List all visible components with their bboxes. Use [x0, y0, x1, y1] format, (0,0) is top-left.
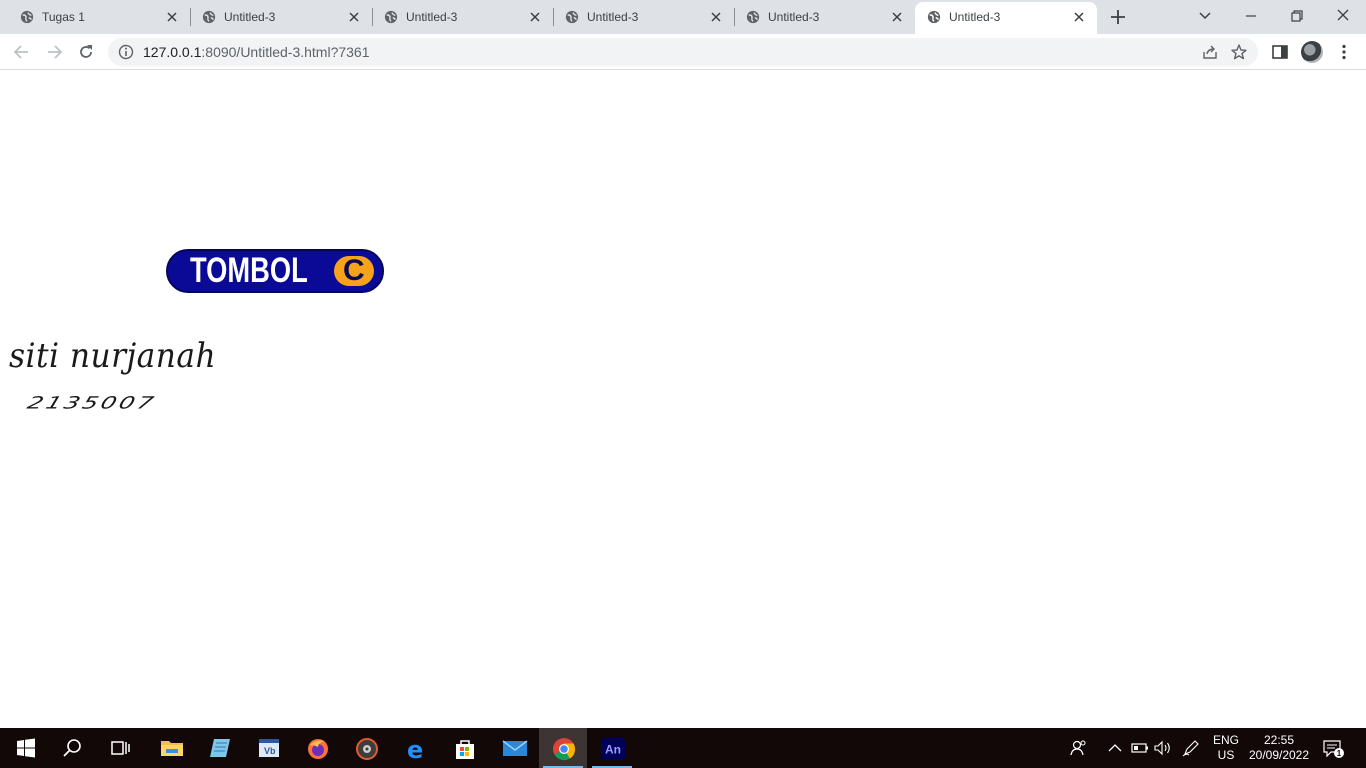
tab-title: Untitled-3 — [587, 10, 639, 24]
close-icon[interactable] — [346, 9, 362, 25]
globe-icon — [384, 10, 398, 24]
language-indicator[interactable]: ENG US — [1212, 733, 1240, 763]
side-panel-icon[interactable] — [1270, 42, 1290, 62]
media-player-icon — [356, 738, 378, 760]
pen-icon[interactable] — [1181, 738, 1201, 758]
tab-strip: Tugas 1 Untitled-3 Untitled-3 Untitled-3… — [0, 0, 1366, 34]
volume-icon[interactable] — [1153, 738, 1173, 758]
chrome-icon — [553, 738, 576, 761]
back-arrow-icon[interactable] — [12, 42, 32, 62]
tab-title: Tugas 1 — [42, 10, 85, 24]
battery-icon[interactable] — [1130, 738, 1150, 758]
tab-title: Untitled-3 — [949, 10, 1001, 24]
browser-toolbar: 127.0.0.1:8090/Untitled-3.html?7361 — [0, 34, 1366, 70]
profile-avatar[interactable] — [1301, 41, 1323, 63]
close-window-icon[interactable] — [1332, 6, 1354, 26]
taskbar-vb[interactable]: Vb — [244, 728, 292, 768]
address-bar[interactable]: 127.0.0.1:8090/Untitled-3.html?7361 — [108, 38, 1258, 66]
taskbar-mail[interactable] — [489, 728, 537, 768]
animate-icon: An — [601, 738, 625, 760]
globe-icon — [202, 10, 216, 24]
svg-text:e: e — [407, 737, 423, 761]
new-tab-plus-icon[interactable] — [1109, 8, 1127, 26]
taskbar-search[interactable] — [48, 728, 96, 768]
globe-icon — [927, 10, 941, 24]
tab-untitled-3[interactable]: Untitled-3 — [553, 0, 735, 34]
task-view-button[interactable] — [96, 728, 144, 768]
taskbar-animate[interactable]: An — [588, 728, 636, 768]
close-icon[interactable] — [164, 9, 180, 25]
url-host: 127.0.0.1 — [143, 44, 202, 60]
vb-icon: Vb — [259, 739, 279, 757]
clock-time: 22:55 — [1263, 733, 1295, 747]
tombol-button[interactable]: TOMBOL C — [166, 249, 384, 293]
edge-icon: e — [407, 737, 423, 761]
close-icon[interactable] — [708, 9, 724, 25]
url-text[interactable]: 127.0.0.1:8090/Untitled-3.html?7361 — [143, 45, 370, 60]
restore-icon[interactable] — [1286, 6, 1308, 26]
globe-icon — [746, 10, 760, 24]
button-label: TOMBOL — [190, 251, 308, 290]
search-icon — [63, 739, 81, 757]
animate-label: An — [605, 743, 621, 757]
chevron-up-icon[interactable] — [1105, 738, 1125, 758]
tab-untitled-3[interactable]: Untitled-3 — [372, 0, 554, 34]
start-button[interactable] — [0, 728, 48, 768]
taskbar-file-explorer[interactable] — [147, 728, 195, 768]
tab-search-chevron-icon[interactable] — [1194, 6, 1216, 26]
tab-title: Untitled-3 — [406, 10, 458, 24]
close-icon[interactable] — [889, 9, 905, 25]
language-line-1: ENG — [1212, 733, 1239, 747]
notification-count: 1 — [1337, 749, 1342, 758]
firefox-icon — [308, 739, 328, 759]
close-icon[interactable] — [527, 9, 543, 25]
taskbar-chrome[interactable] — [539, 728, 587, 768]
store-icon — [456, 740, 474, 759]
taskbar-media-player[interactable] — [342, 728, 390, 768]
kebab-menu-icon[interactable] — [1334, 42, 1354, 62]
author-name: siti nurjanah — [9, 336, 217, 376]
student-id: 2135007 — [24, 393, 160, 413]
bookmark-star-icon[interactable] — [1230, 43, 1248, 61]
reload-icon[interactable] — [76, 42, 96, 62]
tab-untitled-3[interactable]: Untitled-3 — [734, 0, 915, 34]
badge-letter: C — [343, 254, 365, 287]
share-icon[interactable] — [1202, 44, 1218, 60]
globe-icon — [565, 10, 579, 24]
url-path: :8090/Untitled-3.html?7361 — [201, 44, 370, 60]
tab-untitled-3-active[interactable]: Untitled-3 — [915, 2, 1097, 34]
tab-title: Untitled-3 — [224, 10, 276, 24]
system-clock[interactable]: 22:55 20/09/2022 — [1244, 733, 1314, 763]
clock-date: 20/09/2022 — [1248, 748, 1310, 762]
globe-icon — [20, 10, 34, 24]
svg-text:Vb: Vb — [264, 746, 276, 756]
close-icon[interactable] — [1071, 9, 1087, 25]
taskbar-store[interactable] — [440, 728, 488, 768]
tab-tugas-1[interactable]: Tugas 1 — [8, 0, 191, 34]
notification-center-icon[interactable]: 1 — [1322, 738, 1344, 760]
taskbar-edge[interactable]: e — [391, 728, 439, 768]
task-view-icon — [111, 741, 130, 755]
file-explorer-icon — [161, 741, 183, 756]
notepad-icon — [210, 739, 230, 757]
start-icon — [17, 738, 35, 758]
tab-untitled-3[interactable]: Untitled-3 — [190, 0, 373, 34]
c-badge: C — [334, 254, 374, 287]
mail-icon — [502, 740, 528, 756]
tab-title: Untitled-3 — [768, 10, 820, 24]
taskbar-firefox[interactable] — [293, 728, 341, 768]
language-line-2: US — [1217, 748, 1235, 762]
minimize-icon[interactable] — [1240, 6, 1262, 26]
info-icon[interactable] — [118, 44, 134, 60]
taskbar-notepad[interactable] — [195, 728, 243, 768]
forward-arrow-icon[interactable] — [44, 42, 64, 62]
page-viewport: TOMBOL C siti nurjanah 2135007 — [0, 71, 1366, 728]
taskbar: Vb e An ENG US 22:55 20/09/2022 1 — [0, 728, 1366, 768]
people-icon[interactable] — [1069, 738, 1089, 758]
